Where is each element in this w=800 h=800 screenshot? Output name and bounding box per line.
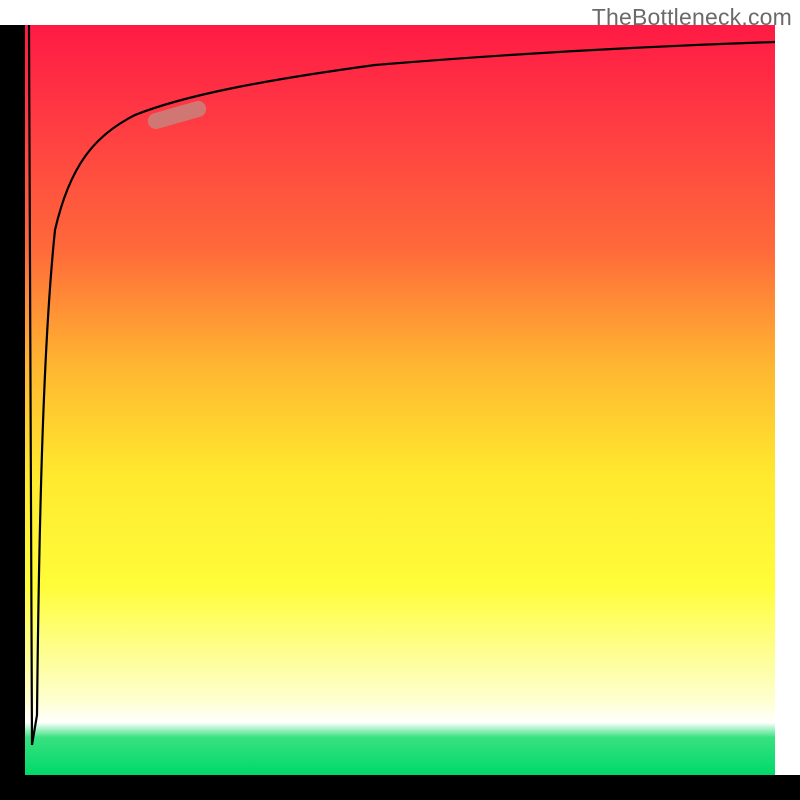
y-axis (0, 25, 25, 785)
plot-gradient-background (25, 25, 775, 775)
watermark-text: TheBottleneck.com (592, 4, 792, 31)
chart-container: TheBottleneck.com (0, 0, 800, 800)
x-axis (0, 775, 800, 800)
